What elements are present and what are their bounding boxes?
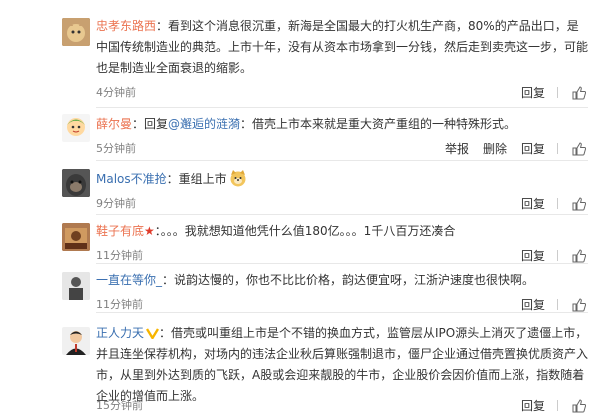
comment-feed: 忠孝东路西：看到这个消息很沉重，新海是全国最大的打火机生产商，80%的产品出口，… [0, 0, 600, 416]
thumbs-up-icon[interactable] [572, 248, 587, 263]
timestamp: 11分钟前 [96, 249, 143, 262]
thumbs-up-icon[interactable] [572, 141, 587, 156]
timestamp: 9分钟前 [96, 197, 136, 210]
avatar[interactable] [62, 169, 90, 197]
username-link[interactable]: Malos不准抢 [96, 172, 167, 186]
divider [96, 107, 588, 108]
comment-text: ：借壳上市本来就是重大资产重组的一种特殊形式。 [240, 117, 517, 131]
avatar[interactable] [62, 18, 90, 46]
timestamp: 5分钟前 [96, 142, 136, 155]
timestamp: 4分钟前 [96, 86, 136, 99]
thumbs-up-icon[interactable] [572, 85, 587, 100]
comment-actions: 回复 [521, 296, 587, 313]
divider [557, 87, 558, 98]
username-link[interactable]: 薛尔曼 [96, 117, 132, 131]
username-link[interactable]: 鞋子有底 [96, 224, 144, 238]
username-link[interactable]: 一直在等你_ [96, 273, 162, 287]
username-link[interactable]: 忠孝东路西 [96, 19, 156, 33]
avatar[interactable] [62, 272, 90, 300]
comment-text: ：借壳或叫重组上市是个不错的换血方式，监管层从IPO源头上消灭了遗僵上市，并且连… [96, 326, 589, 403]
divider [96, 312, 588, 313]
reply-button[interactable]: 回复 [521, 195, 545, 212]
star-badge-icon: ★ [144, 224, 155, 238]
thumbs-up-icon[interactable] [572, 398, 587, 413]
comment-text: ：重组上市 [166, 172, 227, 186]
timestamp: 11分钟前 [96, 298, 143, 311]
report-button[interactable]: 举报 [445, 140, 469, 157]
divider [96, 160, 588, 161]
comment-body: 忠孝东路西：看到这个消息很沉重，新海是全国最大的打火机生产商，80%的产品出口，… [96, 16, 588, 79]
comment-text: ：看到这个消息很沉重，新海是全国最大的打火机生产商，80%的产品出口，是中国传统… [96, 19, 589, 75]
divider [557, 198, 558, 209]
comment-actions: 回复 [521, 195, 587, 212]
comment-actions: 回复 [521, 247, 587, 264]
comment-body: 正人力天 ：借壳或叫重组上市是个不错的换血方式，监管层从IPO源头上消灭了遗僵上市… [96, 323, 588, 407]
comment-actions: 回复 [521, 84, 587, 101]
divider [557, 250, 558, 261]
comment-body: 一直在等你_：说韵达慢的，你也不比比价格，韵达便宜呀，江浙沪速度也很快啊。 [96, 270, 588, 291]
mention-link[interactable]: @邂逅的涟漪 [168, 117, 240, 131]
avatar[interactable] [62, 114, 90, 142]
comment-body: 鞋子有底★：。。。我就想知道他凭什么值180亿。。。1千八百万还凑合 [96, 221, 588, 242]
doge-emoji-icon [229, 169, 247, 187]
divider [96, 263, 588, 264]
timestamp: 15分钟前 [96, 399, 143, 412]
comment-text: ：说韵达慢的，你也不比比价格，韵达便宜呀，江浙沪速度也很快啊。 [162, 273, 535, 287]
avatar[interactable] [62, 223, 90, 251]
username-link[interactable]: 正人力天 [96, 326, 144, 340]
reply-button[interactable]: 回复 [521, 296, 545, 313]
divider [557, 143, 558, 154]
verified-badge-icon [145, 325, 160, 341]
comment-actions: 举报 删除 回复 [445, 140, 587, 157]
divider [96, 214, 588, 215]
comment-actions: 回复 [521, 397, 587, 414]
comment-body: Malos不准抢：重组上市 [96, 169, 588, 190]
avatar[interactable] [62, 327, 90, 355]
delete-button[interactable]: 删除 [483, 140, 507, 157]
divider [557, 400, 558, 411]
reply-button[interactable]: 回复 [521, 84, 545, 101]
comment-text: ：。。。我就想知道他凭什么值180亿。。。1千八百万还凑合 [154, 224, 456, 238]
reply-button[interactable]: 回复 [521, 140, 545, 157]
reply-prefix: ：回复 [132, 117, 169, 131]
reply-button[interactable]: 回复 [521, 247, 545, 264]
reply-button[interactable]: 回复 [521, 397, 545, 414]
divider [557, 299, 558, 310]
comment-body: 薛尔曼：回复@邂逅的涟漪：借壳上市本来就是重大资产重组的一种特殊形式。 [96, 114, 588, 135]
thumbs-up-icon[interactable] [572, 196, 587, 211]
thumbs-up-icon[interactable] [572, 297, 587, 312]
